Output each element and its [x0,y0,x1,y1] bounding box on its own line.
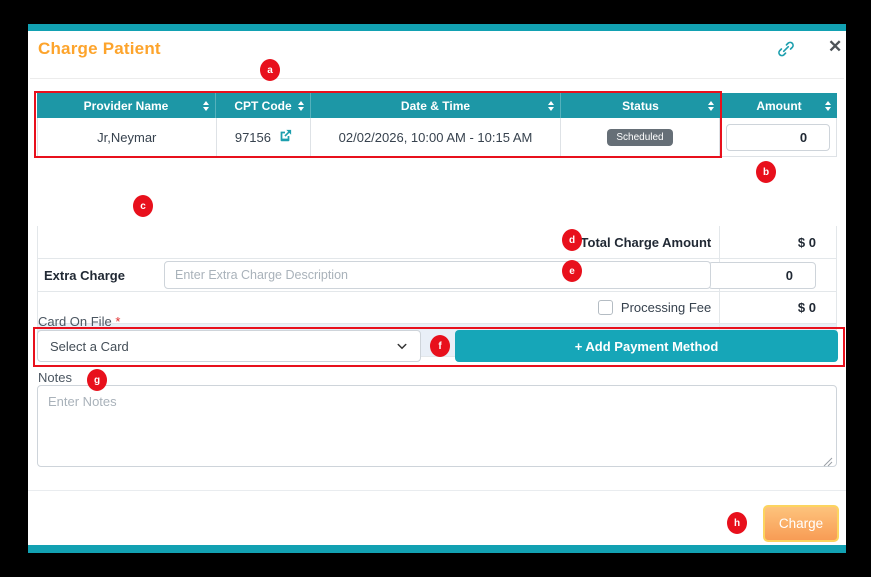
column-header-amount[interactable]: Amount [720,93,837,118]
amount-cell [719,118,836,156]
total-charge-value: $ 0 [719,226,836,258]
notes-textarea[interactable] [37,385,837,467]
status-badge: Scheduled [607,128,673,146]
footer-divider [28,490,846,491]
external-link-icon[interactable] [278,129,292,146]
charges-table: Provider Name CPT Code Date & Time Statu… [37,93,837,157]
title-divider [30,78,844,79]
processing-fee-row: Processing Fee $ 0 [37,292,837,324]
status-cell: Scheduled [559,118,720,156]
annotation-circle-h: h [727,512,747,534]
total-charge-row: Total Charge Amount $ 0 [37,226,837,259]
total-charge-label: Total Charge Amount [580,234,712,250]
card-select-value: Select a Card [50,338,129,354]
add-payment-method-button[interactable]: + Add Payment Method [455,330,838,362]
extra-charge-label: Extra Charge [44,267,125,283]
card-on-file-label: Card On File * [38,314,121,329]
charge-patient-modal: Charge Patient ✕ Provider Name CPT Code [28,24,846,553]
column-header-provider-name[interactable]: Provider Name [37,93,215,118]
sort-icon[interactable] [548,100,554,111]
screenshot-frame: Charge Patient ✕ Provider Name CPT Code [0,0,871,577]
table-row: Jr,Neymar 97156 02/02/2026, 10:00 AM - 1… [37,118,837,157]
column-header-status[interactable]: Status [560,93,720,118]
cpt-code-value: 97156 [234,129,271,145]
sort-icon[interactable] [708,100,714,111]
close-icon[interactable]: ✕ [828,37,842,57]
annotation-circle-b: b [756,161,776,183]
sort-icon[interactable] [298,100,304,111]
processing-fee-value: $ 0 [719,292,836,323]
notes-label: Notes [38,370,72,385]
charge-button[interactable]: Charge [763,505,839,542]
modal-top-accent-bar [28,24,846,31]
cpt-code-cell: 97156 [215,118,311,156]
link-icon[interactable] [775,38,797,60]
extra-charge-row: Extra Charge [37,259,837,292]
required-asterisk: * [115,314,121,329]
chevron-down-icon [396,340,408,355]
processing-fee-checkbox[interactable] [597,300,613,315]
column-header-date-time[interactable]: Date & Time [310,93,560,118]
extra-charge-description-input[interactable] [164,261,711,289]
sort-icon[interactable] [203,100,209,111]
page-title: Charge Patient [38,39,161,58]
provider-name-cell: Jr,Neymar [97,129,157,145]
amount-input[interactable] [726,123,831,151]
datetime-cell: 02/02/2026, 10:00 AM - 10:15 AM [310,118,559,156]
card-select[interactable]: Select a Card [37,330,421,362]
modal-bottom-accent-bar [28,545,846,553]
processing-fee-label: Processing Fee [620,300,712,315]
extra-charge-amount-cell [708,259,836,291]
sort-icon[interactable] [825,100,831,111]
table-header-row: Provider Name CPT Code Date & Time Statu… [37,93,837,118]
extra-charge-amount-input[interactable] [708,261,816,289]
column-header-cpt-code[interactable]: CPT Code [215,93,310,118]
annotation-circle-c: c [133,195,153,217]
